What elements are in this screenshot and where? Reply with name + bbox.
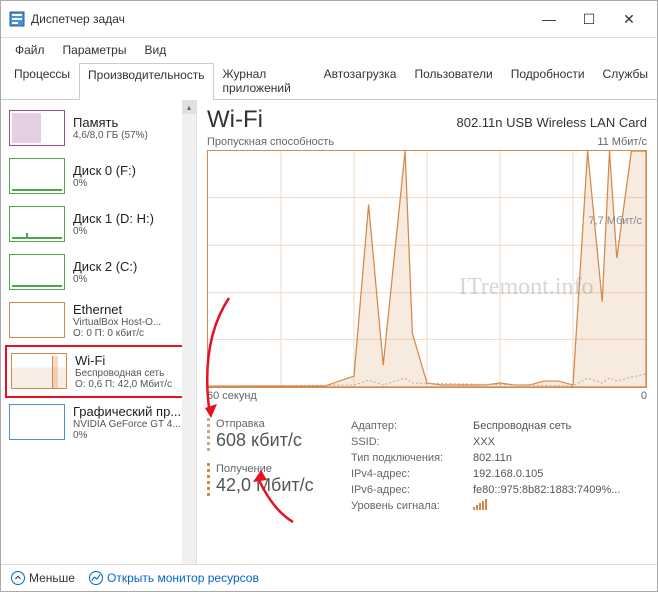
sidebar-item-memory[interactable]: Память 4,6/8,0 ГБ (57%) [5,104,194,152]
sidebar-item-disk1[interactable]: Диск 1 (D: H:) 0% [5,200,194,248]
info-ipv6-key: IPv6-адрес: [351,484,473,496]
sidebar-item-sub: 0% [73,178,136,189]
scroll-up-icon[interactable]: ▴ [182,100,196,114]
info-ipv6-val: fe80::975:8b82:1883:7409%... [473,484,620,496]
info-ipv4-key: IPv4-адрес: [351,468,473,480]
menu-file[interactable]: Файл [7,40,53,60]
recv-value: 42,0 Мбит/с [216,475,337,496]
resource-monitor-icon [89,571,103,585]
sidebar-item-sub: VirtualBox Host-O... [73,317,161,328]
main-panel: Wi-Fi 802.11n USB Wireless LAN Card Проп… [197,100,657,564]
menubar: Файл Параметры Вид [1,38,657,62]
sidebar-item-sub: 0% [73,274,137,285]
sidebar-item-disk2[interactable]: Диск 2 (C:) 0% [5,248,194,296]
tab-apphistory[interactable]: Журнал приложений [214,62,315,99]
info-ipv4-val: 192.168.0.105 [473,468,543,480]
sidebar-item-label: Диск 0 (F:) [73,163,136,178]
footer: Меньше Открыть монитор ресурсов [1,564,657,591]
content: Память 4,6/8,0 ГБ (57%) Диск 0 (F:) 0% Д… [1,100,657,564]
menu-options[interactable]: Параметры [55,40,135,60]
tab-startup[interactable]: Автозагрузка [315,62,406,99]
sidebar-item-sub: 0% [73,226,154,237]
throughput-chart: 7,7 Мбит/с [207,150,647,388]
tab-performance[interactable]: Производительность [79,63,213,100]
sidebar-item-sub: 4,6/8,0 ГБ (57%) [73,130,148,141]
minimize-button[interactable]: — [529,7,569,31]
tab-details[interactable]: Подробности [502,62,594,99]
window-title: Диспетчер задач [31,12,529,26]
gpu-thumb [9,404,65,440]
stat-recv: Получение 42,0 Мбит/с [207,463,337,496]
open-resource-monitor-link[interactable]: Открыть монитор ресурсов [89,571,259,585]
ethernet-thumb [9,302,65,338]
send-label: Отправка [216,418,337,430]
recv-label: Получение [216,463,337,475]
taskmgr-icon [9,11,25,27]
info-ssid-val: XXX [473,436,495,448]
info-adapter-val: Беспроводная сеть [473,420,571,432]
wifi-thumb [11,353,67,389]
chart-midlabel: 7,7 Мбит/с [588,215,642,227]
tab-users[interactable]: Пользователи [405,62,501,99]
sidebar-scrollbar[interactable]: ▴ [182,100,196,564]
chart-ymax: 11 Мбит/с [597,136,647,148]
disk-thumb [9,158,65,194]
sidebar-item-sub: NVIDIA GeForce GT 4... [73,419,181,430]
send-value: 608 кбит/с [216,430,337,451]
sidebar-item-label: Память [73,115,148,130]
sidebar-item-sub2: 0% [73,430,181,441]
sidebar-item-disk0[interactable]: Диск 0 (F:) 0% [5,152,194,200]
tab-processes[interactable]: Процессы [5,62,79,99]
titlebar: Диспетчер задач — ☐ ✕ [1,1,657,38]
chart-zero: 0 [641,390,647,402]
menu-view[interactable]: Вид [136,40,174,60]
chevron-up-icon [11,571,25,585]
tab-services[interactable]: Службы [594,62,657,99]
page-title: Wi-Fi [207,106,263,134]
sidebar-item-label: Диск 1 (D: H:) [73,211,154,226]
sidebar-item-sub2: О: 0 П: 0 кбит/с [73,328,161,339]
info-adapter-key: Адаптер: [351,420,473,432]
signal-icon [473,500,487,510]
sidebar-item-ethernet[interactable]: Ethernet VirtualBox Host-O... О: 0 П: 0 … [5,296,194,345]
sidebar-item-sub2: О: 0,6 П: 42,0 Мбит/с [75,379,172,390]
sidebar-item-label: Диск 2 (C:) [73,259,137,274]
info-conntype-key: Тип подключения: [351,452,473,464]
disk-thumb [9,254,65,290]
chart-xlabel: 60 секунд [207,390,257,402]
resource-monitor-label: Открыть монитор ресурсов [107,571,259,585]
sidebar-item-gpu[interactable]: Графический пр... NVIDIA GeForce GT 4...… [5,398,194,447]
close-button[interactable]: ✕ [609,7,649,31]
tabs: Процессы Производительность Журнал прило… [1,62,657,100]
sidebar-item-sub: Беспроводная сеть [75,368,172,379]
sidebar-item-wifi[interactable]: Wi-Fi Беспроводная сеть О: 0,6 П: 42,0 М… [5,345,194,398]
info-conntype-val: 802.11n [473,452,512,464]
chart-label: Пропускная способность [207,136,334,148]
info-ssid-key: SSID: [351,436,473,448]
less-label: Меньше [29,571,75,585]
disk-thumb [9,206,65,242]
sidebar-item-label: Ethernet [73,302,161,317]
sidebar: Память 4,6/8,0 ГБ (57%) Диск 0 (F:) 0% Д… [1,100,197,564]
stat-send: Отправка 608 кбит/с [207,418,337,451]
sidebar-item-label: Графический пр... [73,404,181,419]
info-signal-key: Уровень сигнала: [351,500,473,512]
adapter-name: 802.11n USB Wireless LAN Card [456,115,647,130]
sidebar-item-label: Wi-Fi [75,353,172,368]
memory-thumb [9,110,65,146]
maximize-button[interactable]: ☐ [569,7,609,31]
less-button[interactable]: Меньше [11,571,75,585]
